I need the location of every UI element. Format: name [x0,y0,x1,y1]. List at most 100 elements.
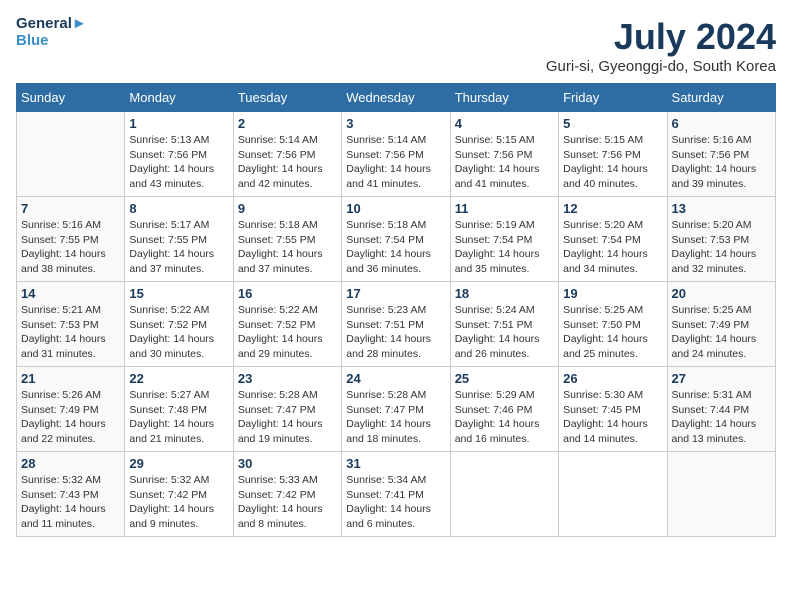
calendar-cell: 15 Sunrise: 5:22 AMSunset: 7:52 PMDayligh… [125,282,233,367]
header: General► Blue July 2024 Guri-si, Gyeongg… [16,16,776,75]
day-number: 25 [455,371,554,386]
calendar-cell: 17Sunrise: 5:23 AMSunset: 7:51 PMDayligh… [342,282,450,367]
cell-info: Sunrise: 5:22 AMSunset: 7:52 PMDaylight:… [238,303,337,362]
week-row-5: 28Sunrise: 5:32 AMSunset: 7:43 PMDayligh… [17,452,776,537]
day-number: 21 [21,371,120,386]
day-number: 13 [672,201,771,216]
calendar-cell: 27 Sunrise: 5:31 AMSunset: 7:44 PMDayligh… [667,367,775,452]
cell-info: Sunrise: 5:25 AMSunset: 7:49 PMDaylight:… [672,303,771,362]
cell-info: Sunrise: 5:27 AMSunset: 7:48 PMDaylight:… [129,388,228,447]
calendar-cell: 1 Sunrise: 5:13 AMSunset: 7:56 PMDaylight… [125,112,233,197]
cell-info: Sunrise: 5:22 AMSunset: 7:52 PMDaylight:… [129,303,228,362]
header-saturday: Saturday [667,84,775,112]
calendar-cell: 2 Sunrise: 5:14 AMSunset: 7:56 PMDaylight… [233,112,341,197]
header-wednesday: Wednesday [342,84,450,112]
calendar-cell [17,112,125,197]
day-number: 31 [346,456,445,471]
cell-info: Sunrise: 5:15 AMSunset: 7:56 PMDaylight:… [455,133,554,192]
cell-info: Sunrise: 5:18 AMSunset: 7:55 PMDaylight:… [238,218,337,277]
header-thursday: Thursday [450,84,558,112]
week-row-2: 7 Sunrise: 5:16 AMSunset: 7:55 PMDaylight… [17,197,776,282]
day-number: 16 [238,286,337,301]
day-number: 7 [21,201,120,216]
cell-info: Sunrise: 5:14 AMSunset: 7:56 PMDaylight:… [238,133,337,192]
title-area: July 2024 Guri-si, Gyeonggi-do, South Ko… [546,16,776,75]
calendar-cell: 11 Sunrise: 5:19 AMSunset: 7:54 PMDayligh… [450,197,558,282]
header-tuesday: Tuesday [233,84,341,112]
cell-info: Sunrise: 5:32 AMSunset: 7:42 PMDaylight:… [129,473,228,532]
cell-info: Sunrise: 5:16 AMSunset: 7:56 PMDaylight:… [672,133,771,192]
cell-info: Sunrise: 5:30 AMSunset: 7:45 PMDaylight:… [563,388,662,447]
calendar-cell: 29 Sunrise: 5:32 AMSunset: 7:42 PMDayligh… [125,452,233,537]
day-number: 24 [346,371,445,386]
calendar-cell: 5 Sunrise: 5:15 AMSunset: 7:56 PMDaylight… [559,112,667,197]
header-row: SundayMondayTuesdayWednesdayThursdayFrid… [17,84,776,112]
cell-info: Sunrise: 5:23 AMSunset: 7:51 PMDaylight:… [346,303,445,362]
logo: General► Blue [16,16,87,49]
day-number: 10 [346,201,445,216]
calendar-cell: 14Sunrise: 5:21 AMSunset: 7:53 PMDayligh… [17,282,125,367]
cell-info: Sunrise: 5:28 AMSunset: 7:47 PMDaylight:… [238,388,337,447]
calendar-cell: 12Sunrise: 5:20 AMSunset: 7:54 PMDayligh… [559,197,667,282]
day-number: 2 [238,116,337,131]
cell-info: Sunrise: 5:29 AMSunset: 7:46 PMDaylight:… [455,388,554,447]
calendar-cell [667,452,775,537]
calendar-cell: 13Sunrise: 5:20 AMSunset: 7:53 PMDayligh… [667,197,775,282]
cell-info: Sunrise: 5:25 AMSunset: 7:50 PMDaylight:… [563,303,662,362]
calendar-cell: 25 Sunrise: 5:29 AMSunset: 7:46 PMDayligh… [450,367,558,452]
day-number: 22 [129,371,228,386]
day-number: 20 [672,286,771,301]
day-number: 15 [129,286,228,301]
day-number: 29 [129,456,228,471]
calendar-cell: 10Sunrise: 5:18 AMSunset: 7:54 PMDayligh… [342,197,450,282]
calendar-cell: 26 Sunrise: 5:30 AMSunset: 7:45 PMDayligh… [559,367,667,452]
day-number: 6 [672,116,771,131]
calendar-cell: 31 Sunrise: 5:34 AMSunset: 7:41 PMDayligh… [342,452,450,537]
calendar-cell: 28Sunrise: 5:32 AMSunset: 7:43 PMDayligh… [17,452,125,537]
calendar-cell: 18 Sunrise: 5:24 AMSunset: 7:51 PMDayligh… [450,282,558,367]
header-monday: Monday [125,84,233,112]
cell-info: Sunrise: 5:26 AMSunset: 7:49 PMDaylight:… [21,388,120,447]
day-number: 26 [563,371,662,386]
calendar-cell: 30Sunrise: 5:33 AMSunset: 7:42 PMDayligh… [233,452,341,537]
calendar-cell: 21 Sunrise: 5:26 AMSunset: 7:49 PMDayligh… [17,367,125,452]
calendar-cell: 9 Sunrise: 5:18 AMSunset: 7:55 PMDaylight… [233,197,341,282]
day-number: 18 [455,286,554,301]
calendar-cell: 16 Sunrise: 5:22 AMSunset: 7:52 PMDayligh… [233,282,341,367]
cell-info: Sunrise: 5:15 AMSunset: 7:56 PMDaylight:… [563,133,662,192]
calendar-cell: 3Sunrise: 5:14 AMSunset: 7:56 PMDaylight… [342,112,450,197]
cell-info: Sunrise: 5:19 AMSunset: 7:54 PMDaylight:… [455,218,554,277]
cell-info: Sunrise: 5:28 AMSunset: 7:47 PMDaylight:… [346,388,445,447]
calendar-cell [559,452,667,537]
calendar-cell: 24 Sunrise: 5:28 AMSunset: 7:47 PMDayligh… [342,367,450,452]
cell-info: Sunrise: 5:31 AMSunset: 7:44 PMDaylight:… [672,388,771,447]
cell-info: Sunrise: 5:24 AMSunset: 7:51 PMDaylight:… [455,303,554,362]
cell-info: Sunrise: 5:16 AMSunset: 7:55 PMDaylight:… [21,218,120,277]
day-number: 4 [455,116,554,131]
day-number: 19 [563,286,662,301]
day-number: 9 [238,201,337,216]
cell-info: Sunrise: 5:14 AMSunset: 7:56 PMDaylight:… [346,133,445,192]
calendar-cell: 19 Sunrise: 5:25 AMSunset: 7:50 PMDayligh… [559,282,667,367]
calendar-cell: 7 Sunrise: 5:16 AMSunset: 7:55 PMDaylight… [17,197,125,282]
day-number: 11 [455,201,554,216]
calendar-table: SundayMondayTuesdayWednesdayThursdayFrid… [16,83,776,537]
day-number: 28 [21,456,120,471]
day-number: 27 [672,371,771,386]
calendar-cell: 20 Sunrise: 5:25 AMSunset: 7:49 PMDayligh… [667,282,775,367]
day-number: 23 [238,371,337,386]
cell-info: Sunrise: 5:34 AMSunset: 7:41 PMDaylight:… [346,473,445,532]
week-row-3: 14Sunrise: 5:21 AMSunset: 7:53 PMDayligh… [17,282,776,367]
calendar-cell: 4 Sunrise: 5:15 AMSunset: 7:56 PMDaylight… [450,112,558,197]
calendar-cell: 22 Sunrise: 5:27 AMSunset: 7:48 PMDayligh… [125,367,233,452]
calendar-cell: 8Sunrise: 5:17 AMSunset: 7:55 PMDaylight… [125,197,233,282]
calendar-cell: 23 Sunrise: 5:28 AMSunset: 7:47 PMDayligh… [233,367,341,452]
cell-info: Sunrise: 5:33 AMSunset: 7:42 PMDaylight:… [238,473,337,532]
calendar-cell [450,452,558,537]
header-sunday: Sunday [17,84,125,112]
cell-info: Sunrise: 5:13 AMSunset: 7:56 PMDaylight:… [129,133,228,192]
day-number: 8 [129,201,228,216]
day-number: 5 [563,116,662,131]
day-number: 1 [129,116,228,131]
header-friday: Friday [559,84,667,112]
